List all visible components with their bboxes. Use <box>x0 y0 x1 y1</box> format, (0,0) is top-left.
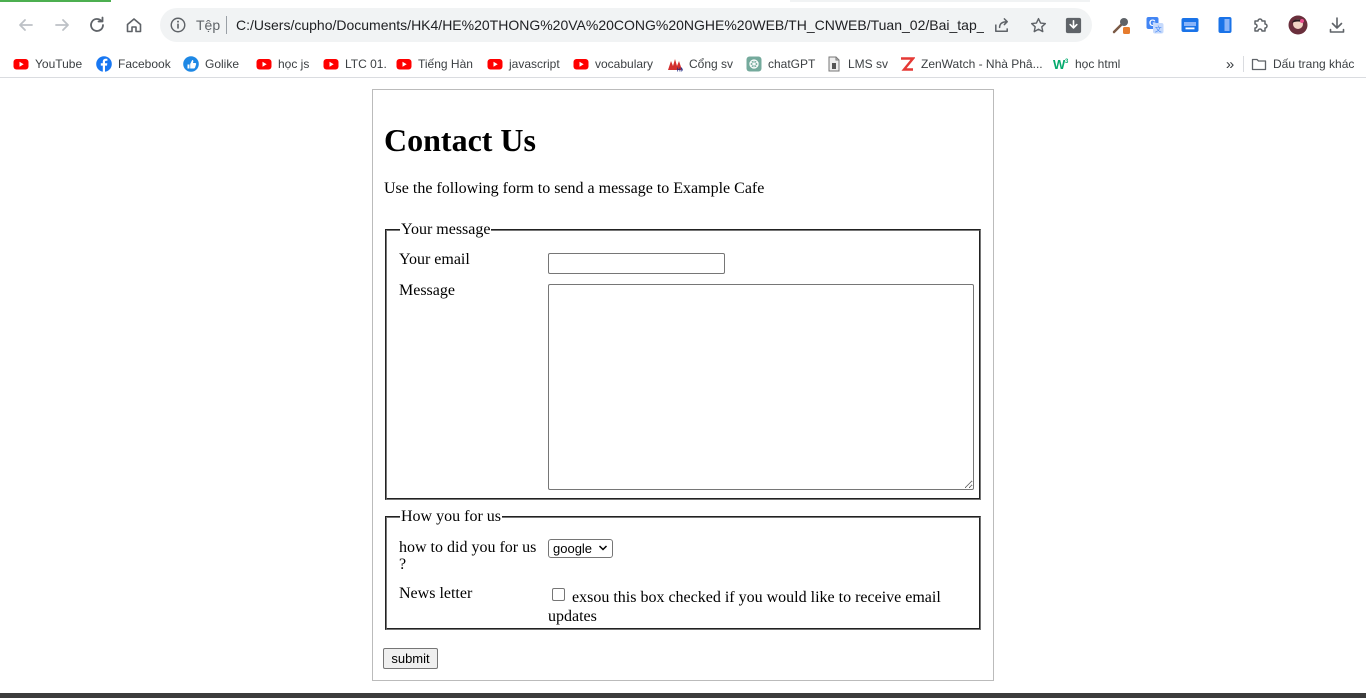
facebook-icon <box>96 56 112 72</box>
message-fieldset: Your message Your email Message <box>385 221 981 500</box>
share-icon[interactable] <box>990 14 1012 36</box>
bookmark-lms-sv[interactable]: LMS sv <box>826 53 888 75</box>
w3schools-icon: W3 <box>1053 57 1069 72</box>
bookmark-label: LMS sv <box>848 57 889 71</box>
golike-icon <box>183 56 199 72</box>
contact-form-container: Contact Us Use the following form to sen… <box>372 89 994 681</box>
scheme-label: Tệp <box>196 17 221 33</box>
source-label: how to did you for us ? <box>399 539 537 573</box>
address-bar[interactable]: Tệp C:/Users/cupho/Documents/HK4/HE%20TH… <box>160 8 1092 42</box>
bookmark-tieng-han[interactable]: Tiếng Hàn <box>396 53 473 75</box>
url-text[interactable]: C:/Users/cupho/Documents/HK4/HE%20THONG%… <box>236 17 984 33</box>
bookmark-javascript[interactable]: javascript <box>487 53 560 75</box>
svg-text:文: 文 <box>1155 25 1162 34</box>
home-icon <box>126 18 142 33</box>
bookmark-label: Cổng sv <box>689 57 734 71</box>
page-description: Use the following form to send a message… <box>384 180 765 197</box>
reload-icon <box>90 16 104 32</box>
arrow-right-icon <box>55 19 69 31</box>
zenwatch-icon <box>899 56 915 72</box>
tablet-extension-icon[interactable] <box>1213 13 1237 37</box>
forward-button[interactable] <box>48 11 76 39</box>
profile-avatar[interactable] <box>1286 13 1310 37</box>
chevron-down-icon <box>598 545 608 551</box>
svg-text:HN: HN <box>677 68 683 73</box>
message-label: Message <box>399 282 455 299</box>
bookmark-zenwatch[interactable]: ZenWatch - Nhà Phâ... <box>899 53 1043 75</box>
bookmark-label: học js <box>278 57 310 71</box>
source-fieldset: How you for us how to did you for us ? g… <box>385 508 981 630</box>
youtube-icon <box>573 59 589 70</box>
star-icon[interactable] <box>1027 14 1049 36</box>
download-page-icon[interactable] <box>1062 14 1084 36</box>
youtube-icon <box>396 59 412 70</box>
bookmark-vocabulary[interactable]: vocabulary <box>573 53 653 75</box>
divider <box>226 16 227 34</box>
youtube-icon <box>13 59 29 70</box>
bookmark-label: Dấu trang khác <box>1273 57 1355 71</box>
bookmark-hoc-html[interactable]: W3 học html <box>1053 53 1120 75</box>
arrow-left-icon <box>19 19 33 31</box>
newsletter-label: News letter <box>399 585 473 602</box>
bookmark-hoc-js[interactable]: học js <box>256 53 309 75</box>
bookmark-label: vocabulary <box>595 57 654 71</box>
svg-text:3: 3 <box>1065 59 1069 65</box>
newsletter-checkbox[interactable] <box>552 588 565 601</box>
taskbar-edge <box>0 693 1366 698</box>
folder-icon <box>1251 58 1267 71</box>
tab-indicator <box>790 0 1090 2</box>
info-icon[interactable] <box>168 15 188 35</box>
message-textarea[interactable] <box>548 284 974 490</box>
eyedropper-extension-icon[interactable] <box>1109 13 1133 37</box>
document-icon <box>828 56 840 72</box>
bookmarks-bar: YouTube Facebook Golike học js LTC 01. T… <box>0 50 1366 78</box>
youtube-icon <box>487 59 503 70</box>
email-label: Your email <box>399 251 470 268</box>
submit-button[interactable]: submit <box>383 648 438 669</box>
bookmark-label: Facebook <box>118 57 171 71</box>
other-bookmarks-folder[interactable]: Dấu trang khác <box>1251 53 1354 75</box>
bookmark-label: Golike <box>205 57 240 71</box>
bookmark-youtube[interactable]: YouTube <box>13 53 82 75</box>
bookmark-label: ZenWatch - Nhà Phâ... <box>921 57 1043 71</box>
downloads-icon[interactable] <box>1325 13 1349 37</box>
youtube-icon <box>323 59 339 70</box>
divider <box>1243 56 1244 72</box>
university-icon: HN <box>668 59 683 73</box>
bookmark-label: LTC 01. <box>345 57 387 71</box>
source-fieldset-legend: How you for us <box>401 508 501 525</box>
translate-extension-icon[interactable]: G文 <box>1143 13 1167 37</box>
bookmark-facebook[interactable]: Facebook <box>96 53 171 75</box>
tab-indicator <box>0 0 111 2</box>
source-select-value: google <box>553 541 593 556</box>
bookmark-label: Tiếng Hàn <box>418 57 473 71</box>
bookmarks-overflow-button[interactable]: » <box>1222 53 1238 75</box>
home-button[interactable] <box>120 11 148 39</box>
puzzle-icon[interactable] <box>1249 13 1273 37</box>
source-select[interactable]: google <box>548 539 613 558</box>
message-fieldset-legend: Your message <box>401 221 491 238</box>
newsletter-description: exsou this box checked if you would like… <box>548 589 941 625</box>
bookmark-label: YouTube <box>35 57 83 71</box>
bookmark-cong-sv[interactable]: HN Cổng sv <box>667 53 733 75</box>
browser-toolbar: Tệp C:/Users/cupho/Documents/HK4/HE%20TH… <box>0 0 1366 50</box>
bookmark-label: học html <box>1075 57 1121 71</box>
bookmark-label: javascript <box>509 57 560 71</box>
bookmark-golike[interactable]: Golike <box>183 53 239 75</box>
bookmark-chatgpt[interactable]: chatGPT <box>746 53 815 75</box>
page-title: Contact Us <box>384 122 536 158</box>
back-button[interactable] <box>12 11 40 39</box>
keyboard-extension-icon[interactable] <box>1178 13 1202 37</box>
reload-button[interactable] <box>83 11 111 39</box>
youtube-icon <box>256 59 272 70</box>
bookmark-label: chatGPT <box>768 57 816 71</box>
email-field[interactable] <box>548 253 725 274</box>
bookmark-ltc[interactable]: LTC 01. <box>323 53 387 75</box>
chatgpt-icon <box>746 56 762 72</box>
